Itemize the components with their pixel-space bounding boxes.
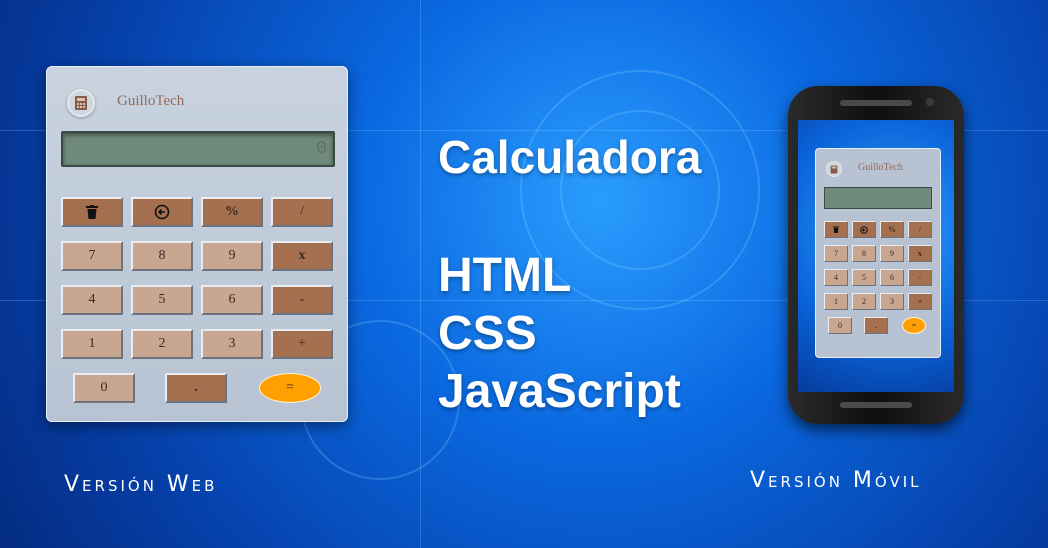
- key-2[interactable]: 2: [131, 329, 193, 359]
- divide-button[interactable]: /: [271, 197, 333, 227]
- mobile-backspace-icon: [860, 225, 868, 234]
- key-4[interactable]: 4: [61, 285, 123, 315]
- mobile-key-3[interactable]: 3: [880, 293, 904, 310]
- web-version-caption: Versión Web: [64, 472, 218, 497]
- mobile-key-0[interactable]: 0: [828, 317, 852, 334]
- trash-icon: [86, 205, 98, 219]
- mobile-trash-icon: [833, 226, 839, 233]
- phone-camera-icon: [924, 96, 936, 108]
- equals-button[interactable]: =: [259, 373, 321, 403]
- percent-button[interactable]: %: [201, 197, 263, 227]
- plus-button[interactable]: +: [271, 329, 333, 359]
- mobile-divide-button[interactable]: /: [908, 221, 932, 238]
- multiply-button[interactable]: x: [271, 241, 333, 271]
- mobile-key-4[interactable]: 4: [824, 269, 848, 286]
- key-5[interactable]: 5: [131, 285, 193, 315]
- headline-html: HTML: [438, 249, 572, 302]
- mobile-key-6[interactable]: 6: [880, 269, 904, 286]
- minus-button[interactable]: -: [271, 285, 333, 315]
- headline-css: CSS: [438, 307, 537, 360]
- key-8[interactable]: 8: [131, 241, 193, 271]
- calculator-logo-icon: [67, 89, 95, 117]
- headline-javascript: JavaScript: [438, 365, 681, 418]
- calculator-display: 0: [61, 131, 335, 167]
- key-1[interactable]: 1: [61, 329, 123, 359]
- phone-speaker: [840, 100, 912, 106]
- clear-button[interactable]: [61, 197, 123, 227]
- mobile-key-2[interactable]: 2: [852, 293, 876, 310]
- web-calculator: GuilloTech 0 % / 7 8 9 x 4 5 6 - 1 2 3 +…: [46, 66, 348, 422]
- mobile-plus-button[interactable]: +: [908, 293, 932, 310]
- key-6[interactable]: 6: [201, 285, 263, 315]
- mobile-decimal-button[interactable]: .: [864, 317, 888, 334]
- mobile-key-9[interactable]: 9: [880, 245, 904, 262]
- mobile-display: [824, 187, 932, 209]
- mobile-key-1[interactable]: 1: [824, 293, 848, 310]
- mobile-key-7[interactable]: 7: [824, 245, 848, 262]
- mobile-brand-name: GuilloTech: [858, 162, 903, 173]
- mobile-key-8[interactable]: 8: [852, 245, 876, 262]
- mobile-key-5[interactable]: 5: [852, 269, 876, 286]
- mobile-equals-button[interactable]: =: [902, 317, 926, 334]
- headline-title: Calculadora: [438, 131, 702, 183]
- backspace-button[interactable]: [131, 197, 193, 227]
- key-9[interactable]: 9: [201, 241, 263, 271]
- backspace-icon: [154, 204, 170, 220]
- mobile-version-caption: Versión Móvil: [750, 468, 922, 493]
- mobile-calculator: GuilloTech % / 7 8 9 x 4 5 6 - 1 2 3 + 0…: [815, 148, 941, 358]
- mobile-minus-button[interactable]: -: [908, 269, 932, 286]
- brand-name: GuilloTech: [117, 93, 185, 109]
- mobile-clear-button[interactable]: [824, 221, 848, 238]
- mobile-calculator-logo-icon: [826, 161, 842, 177]
- mobile-percent-button[interactable]: %: [880, 221, 904, 238]
- mobile-multiply-button[interactable]: x: [908, 245, 932, 262]
- key-3[interactable]: 3: [201, 329, 263, 359]
- key-0[interactable]: 0: [73, 373, 135, 403]
- key-7[interactable]: 7: [61, 241, 123, 271]
- mobile-backspace-button[interactable]: [852, 221, 876, 238]
- decimal-button[interactable]: .: [165, 373, 227, 403]
- phone-bottom-bar: [840, 402, 912, 408]
- phone-mockup: GuilloTech % / 7 8 9 x 4 5 6 - 1 2 3 + 0…: [788, 86, 964, 424]
- phone-screen: GuilloTech % / 7 8 9 x 4 5 6 - 1 2 3 + 0…: [798, 120, 954, 392]
